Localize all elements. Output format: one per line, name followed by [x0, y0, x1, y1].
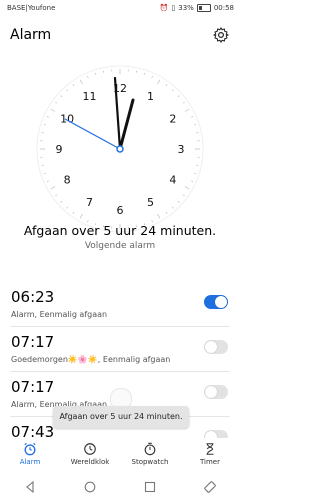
alarm-subtitle: Alarm, Eenmalig afgaan — [11, 310, 108, 319]
battery-percent: 33% — [178, 4, 194, 12]
tab-wereldklok[interactable]: Wereldklok — [60, 438, 120, 474]
clock-number: 5 — [147, 196, 154, 209]
toggle-knob — [205, 386, 217, 398]
alarm-item[interactable]: 07:17 Goedemorgen☀️🌸☀️, Eenmalig afgaan — [10, 327, 230, 372]
toggle-knob — [215, 296, 227, 308]
clock-number: 9 — [56, 143, 63, 156]
alarm-toggle[interactable] — [204, 340, 228, 354]
tab-label: Wereldklok — [70, 458, 110, 466]
clock-number: 11 — [83, 90, 97, 103]
alarm-icon — [24, 442, 36, 456]
battery-icon — [196, 4, 211, 12]
alarm-toggle[interactable] — [204, 385, 228, 399]
vibrate-icon: ▯ — [171, 4, 176, 12]
tab-label: Stopwatch — [131, 458, 169, 466]
clock-number: 2 — [169, 113, 176, 126]
clock-center — [116, 145, 124, 153]
page-title: Alarm — [10, 27, 52, 43]
alarm-time: 07:17 — [11, 378, 55, 396]
clock-number: 4 — [169, 174, 176, 187]
toast-message: Afgaan over 5 uur 24 minuten. — [53, 406, 189, 428]
toggle-knob — [205, 341, 217, 353]
world-clock-icon — [84, 443, 96, 455]
alarm-list: 06:23 Alarm, Eenmalig afgaan 07:17 Goede… — [0, 282, 240, 461]
tab-timer[interactable]: Timer — [180, 438, 240, 474]
app-header: Alarm — [0, 22, 240, 50]
home-icon[interactable] — [84, 481, 96, 493]
alarm-status-icon: ⏰ — [159, 4, 169, 12]
system-navigation-bar — [0, 474, 240, 500]
next-alarm-label: Volgende alarm — [84, 241, 156, 251]
status-right: ⏰ ▯ 33% 00:58 — [160, 4, 234, 12]
timer-icon — [206, 443, 214, 455]
alarm-time: 06:23 — [11, 288, 55, 306]
tab-label: Alarm — [19, 458, 41, 466]
alarm-item[interactable]: 06:23 Alarm, Eenmalig afgaan — [10, 282, 230, 327]
clock-number: 8 — [64, 174, 71, 187]
clock-number: 10 — [60, 113, 74, 126]
alarm-subtitle: Goedemorgen☀️🌸☀️, Eenmalig afgaan — [11, 355, 171, 364]
clock-number: 1 — [147, 90, 154, 103]
clock-number: 3 — [178, 143, 185, 156]
status-bar: BASE|Youfone ⏰ ▯ 33% 00:58 — [0, 0, 240, 18]
alarm-toggle[interactable] — [204, 295, 228, 309]
tab-label: Timer — [199, 458, 220, 466]
next-alarm-time: Afgaan over 5 uur 24 minuten. — [23, 223, 217, 238]
status-time: 00:58 — [213, 4, 234, 12]
stopwatch-icon — [144, 442, 156, 456]
back-icon[interactable] — [24, 481, 36, 493]
tab-stopwatch[interactable]: Stopwatch — [120, 438, 180, 474]
alarm-time: 07:17 — [11, 333, 55, 351]
clock-number: 6 — [117, 204, 124, 217]
recents-icon[interactable] — [144, 481, 156, 493]
bottom-tab-bar: Alarm Wereldklok Stopwatch Timer — [0, 438, 240, 474]
clock-number: 7 — [86, 196, 93, 209]
gear-icon[interactable] — [212, 26, 230, 44]
carrier-label: BASE|Youfone — [7, 4, 56, 12]
analog-clock: 121234567891011 — [36, 65, 204, 233]
rotate-icon[interactable] — [204, 481, 216, 493]
tab-alarm[interactable]: Alarm — [0, 438, 60, 474]
